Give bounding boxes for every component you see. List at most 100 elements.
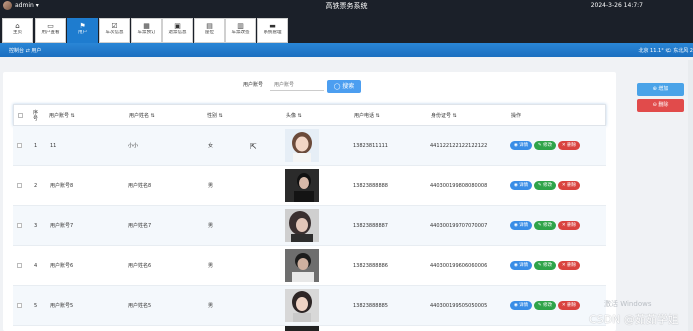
avatar-photo xyxy=(285,209,319,242)
remove-button[interactable]: ✕ 删除 xyxy=(558,141,580,150)
scrollbar[interactable] xyxy=(688,60,693,331)
view-button[interactable]: ◉ 详情 xyxy=(510,181,532,190)
cell-id-number: 440300199808080008 xyxy=(430,183,488,189)
cell-gender: 男 xyxy=(208,223,214,229)
document-icon: ▤ xyxy=(206,22,213,30)
cell-name: 用户姓名5 xyxy=(128,303,152,309)
table-header: 序号 用户账号 ⇅ 用户姓名 ⇅ 性别 ⇅ 头像 ⇅ 用户电话 ⇅ 身份证号 ⇅… xyxy=(13,104,606,126)
nav-item-seats[interactable]: ▤ 座位 xyxy=(194,18,225,43)
search-input[interactable] xyxy=(270,79,324,91)
column-header-id[interactable]: 身份证号 ⇅ xyxy=(431,105,457,127)
cell-gender: 男 xyxy=(208,183,214,189)
avatar-photo xyxy=(285,249,319,282)
table-row[interactable]: 4 用户账号6 用户姓名6 男 13823888886 440300199606… xyxy=(13,246,606,286)
add-button[interactable]: ⊕ 增加 xyxy=(637,83,684,96)
cell-account: 用户账号7 xyxy=(50,223,74,229)
table-row[interactable]: 1 11 小小 女 13823811111 441122122122122122… xyxy=(13,126,606,166)
cell-account: 11 xyxy=(50,143,57,149)
delete-button-label: 删除 xyxy=(658,102,669,108)
edit-button[interactable]: ✎ 修改 xyxy=(534,141,556,150)
table-row[interactable]: 3 用户账号7 用户姓名7 男 13823888887 440300199707… xyxy=(13,206,606,246)
edit-button[interactable]: ✎ 修改 xyxy=(534,221,556,230)
flag-icon: ⚑ xyxy=(79,22,86,30)
home-icon: ⌂ xyxy=(15,22,20,30)
mouse-cursor-icon: ⇱ xyxy=(250,142,257,151)
nav-label: 车票改签 xyxy=(231,30,250,35)
edit-button[interactable]: ✎ 修改 xyxy=(534,181,556,190)
breadcrumb[interactable]: 控制台 ⇄ 用户 xyxy=(9,47,41,54)
weather-info: 北京 11.1° 🌤 东北风 2 xyxy=(638,48,693,54)
column-header-avatar[interactable]: 头像 ⇅ xyxy=(286,105,302,127)
windows-activation-watermark: 激活 Windows xyxy=(604,300,652,308)
nav-item-refund[interactable]: ▣ 退票信息 xyxy=(162,18,193,43)
table-row[interactable]: 5 用户账号5 用户姓名5 男 13823888885 440300199505… xyxy=(13,286,606,326)
cell-name: 用户姓名7 xyxy=(128,223,152,229)
cell-no: 1 xyxy=(34,143,38,149)
select-all-checkbox[interactable] xyxy=(18,113,23,118)
nav-label: 主页 xyxy=(13,30,22,35)
column-header-account[interactable]: 用户账号 ⇅ xyxy=(49,105,75,127)
view-button[interactable]: ◉ 详情 xyxy=(510,221,532,230)
add-button-label: 增加 xyxy=(658,86,669,92)
row-checkbox[interactable] xyxy=(17,143,22,148)
column-header-phone[interactable]: 用户电话 ⇅ xyxy=(354,105,380,127)
cell-account: 用户账号5 xyxy=(50,303,74,309)
column-header-no[interactable]: 序号 xyxy=(33,105,40,127)
nav-item-user-view[interactable]: ▭ 用户查看 xyxy=(35,18,66,43)
nav-item-trains[interactable]: ☑ 车次信息 xyxy=(99,18,130,43)
view-button[interactable]: ◉ 详情 xyxy=(510,261,532,270)
row-checkbox[interactable] xyxy=(17,223,22,228)
row-checkbox[interactable] xyxy=(17,303,22,308)
nav-item-booking[interactable]: ▦ 车票预订 xyxy=(131,18,162,43)
cell-name: 用户姓名6 xyxy=(128,263,152,269)
edit-button[interactable]: ✎ 修改 xyxy=(534,261,556,270)
cell-no: 4 xyxy=(34,263,38,269)
nav-item-system[interactable]: ▬ 系统管理 xyxy=(257,18,288,43)
avatar-photo xyxy=(285,289,319,322)
cell-name: 用户姓名8 xyxy=(128,183,152,189)
search-label: 用户账号 xyxy=(243,82,264,88)
cell-no: 3 xyxy=(34,223,38,229)
search-button-label: 搜索 xyxy=(342,83,355,90)
checklist-icon: ☑ xyxy=(111,22,118,30)
nav-item-home[interactable]: ⌂ 主页 xyxy=(2,18,33,43)
app-title: 高铁票务系统 xyxy=(325,2,368,10)
cell-account: 用户账号8 xyxy=(50,183,74,189)
delete-button[interactable]: ⊖ 删除 xyxy=(637,99,684,112)
remove-button[interactable]: ✕ 删除 xyxy=(558,261,580,270)
cell-gender: 男 xyxy=(208,263,214,269)
nav-label: 退票信息 xyxy=(168,30,187,35)
remove-button[interactable]: ✕ 删除 xyxy=(558,301,580,310)
cell-phone: 13823888885 xyxy=(353,303,388,309)
cell-id-number: 440300199505050005 xyxy=(430,303,488,309)
cell-phone: 13823888887 xyxy=(353,223,388,229)
view-button[interactable]: ◉ 详情 xyxy=(510,301,532,310)
nav-item-rebook[interactable]: ▥ 车票改签 xyxy=(225,18,256,43)
row-checkbox[interactable] xyxy=(17,183,22,188)
table-row[interactable]: 2 用户账号8 用户姓名8 男 13823888888 440300199808… xyxy=(13,166,606,206)
avatar-photo-partial xyxy=(285,326,319,331)
desktop-icon: ▬ xyxy=(269,22,276,30)
edit-button[interactable]: ✎ 修改 xyxy=(534,301,556,310)
column-header-gender[interactable]: 性别 ⇅ xyxy=(207,105,223,127)
avatar-photo xyxy=(285,129,319,162)
window-icon: ▭ xyxy=(47,22,54,30)
search-button[interactable]: ◯ 搜索 xyxy=(327,80,361,93)
nav-label: 系统管理 xyxy=(263,30,282,35)
remove-button[interactable]: ✕ 删除 xyxy=(558,221,580,230)
remove-button[interactable]: ✕ 删除 xyxy=(558,181,580,190)
column-header-name[interactable]: 用户姓名 ⇅ xyxy=(129,105,155,127)
cell-id-number: 441122122122122122 xyxy=(430,143,488,149)
cell-name: 小小 xyxy=(128,143,139,149)
main-nav: ⌂ 主页 ▭ 用户查看 ⚑ 用户 ☑ 车次信息 ▦ 车票预订 ▣ 退票信息 ▤ … xyxy=(0,11,693,43)
search-icon: ◯ xyxy=(333,83,343,90)
cell-gender: 男 xyxy=(208,303,214,309)
row-checkbox[interactable] xyxy=(17,263,22,268)
nav-label: 用户查看 xyxy=(41,30,60,35)
view-button[interactable]: ◉ 详情 xyxy=(510,141,532,150)
nav-item-users[interactable]: ⚑ 用户 xyxy=(67,18,98,43)
cell-account: 用户账号6 xyxy=(50,263,74,269)
nav-label: 用户 xyxy=(78,30,87,35)
bar-chart-icon: ▥ xyxy=(237,22,244,30)
column-header-actions: 操作 xyxy=(511,113,522,119)
